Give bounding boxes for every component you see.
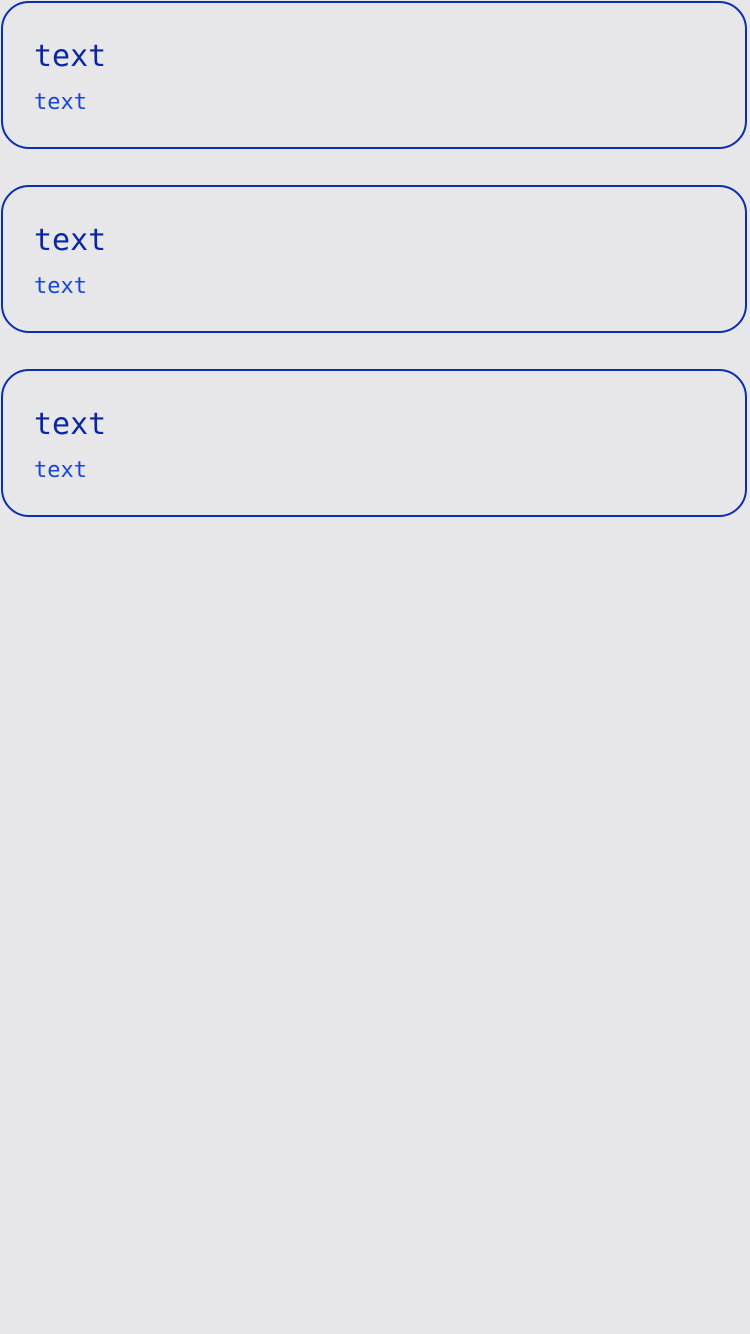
card-subtitle: text [34, 90, 87, 115]
card-subtitle: text [34, 274, 87, 299]
card-title: text [34, 223, 107, 258]
card-title: text [34, 407, 107, 442]
list-item-card[interactable]: text text [1, 369, 747, 517]
card-title: text [34, 39, 107, 74]
list-item-card[interactable]: text text [1, 1, 747, 149]
list-item-card[interactable]: text text [1, 185, 747, 333]
card-subtitle: text [34, 458, 87, 483]
